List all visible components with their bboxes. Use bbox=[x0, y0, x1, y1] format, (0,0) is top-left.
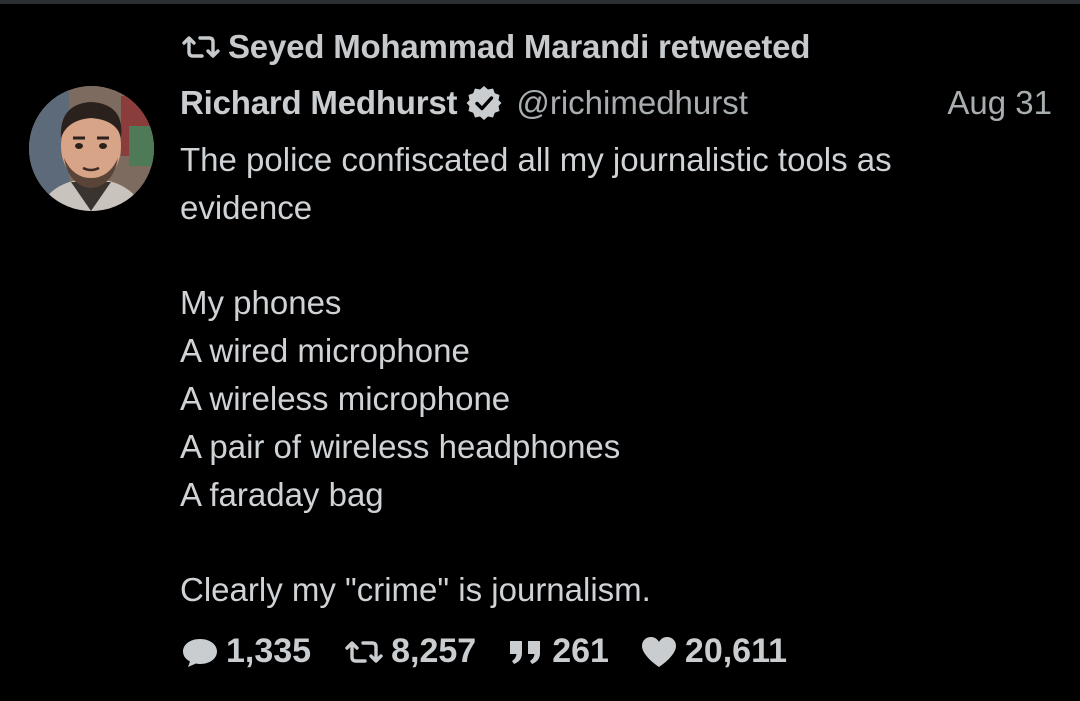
retweet-icon bbox=[341, 635, 385, 669]
tweet-line-break bbox=[180, 232, 1050, 280]
reply-count: 1,335 bbox=[226, 632, 312, 670]
tweet-line: Clearly my "crime" is journalism. bbox=[180, 571, 651, 609]
tweet-line: A wireless microphone bbox=[180, 379, 511, 417]
author-display-name[interactable]: Richard Medhurst bbox=[180, 84, 458, 122]
reply-button[interactable]: 1,335 bbox=[180, 632, 311, 671]
retweet-icon bbox=[178, 30, 222, 64]
like-count: 20,611 bbox=[684, 632, 788, 670]
tweet-line: A pair of wireless headphones bbox=[180, 427, 621, 465]
tweet-actions: 1,335 8,257 261 20,611 bbox=[180, 632, 817, 671]
avatar[interactable] bbox=[29, 86, 154, 211]
tweet-line-break bbox=[180, 518, 1050, 566]
tweet-line: My phones bbox=[180, 284, 342, 322]
tweet-timestamp[interactable]: Aug 31 bbox=[947, 84, 1052, 122]
tweet-line: A wired microphone bbox=[180, 332, 470, 370]
quote-button[interactable]: 261 bbox=[506, 632, 609, 671]
quote-count: 261 bbox=[552, 632, 609, 670]
verified-badge-icon bbox=[466, 85, 502, 121]
retweet-banner-text: Seyed Mohammad Marandi retweeted bbox=[228, 28, 811, 65]
tweet-line: evidence bbox=[180, 188, 313, 226]
retweet-count: 8,257 bbox=[391, 632, 477, 670]
tweet-body: The police confiscated all my journalist… bbox=[180, 136, 1050, 614]
reply-icon bbox=[180, 634, 220, 670]
tweet-line: The police confiscated all my journalist… bbox=[180, 141, 892, 178]
tweet-header: Richard Medhurst @richimedhurst Aug 31 bbox=[180, 80, 1052, 126]
heart-icon bbox=[639, 634, 679, 670]
retweet-button[interactable]: 8,257 bbox=[341, 632, 476, 671]
tweet-line: A faraday bag bbox=[180, 475, 384, 513]
retweet-banner[interactable]: Seyed Mohammad Marandi retweeted bbox=[178, 28, 810, 66]
quote-icon bbox=[506, 635, 546, 669]
author-handle[interactable]: @richimedhurst bbox=[516, 84, 748, 122]
top-divider bbox=[0, 0, 1080, 4]
like-button[interactable]: 20,611 bbox=[639, 632, 787, 671]
